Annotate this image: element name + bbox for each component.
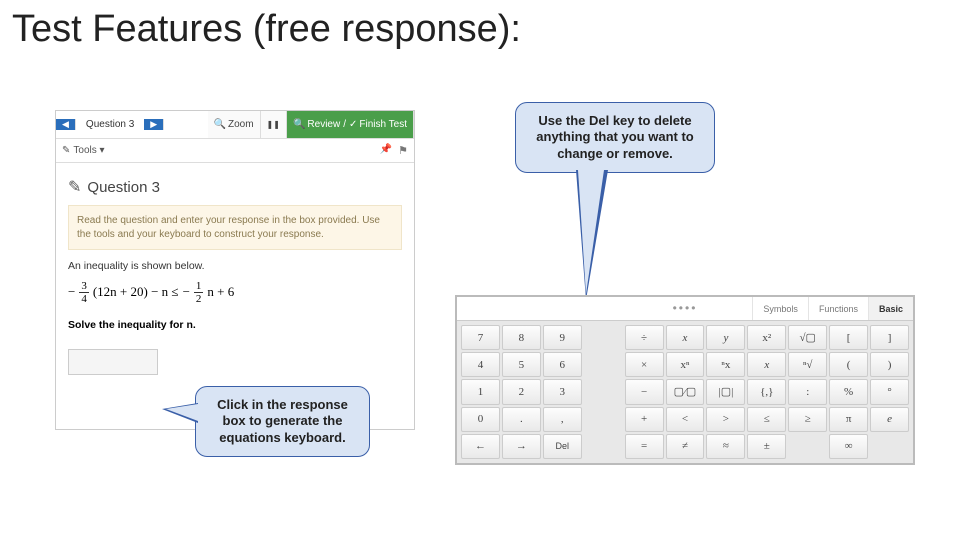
key-1-10[interactable]: ) <box>870 352 909 377</box>
key-1-8[interactable]: ⁿ√ <box>788 352 827 377</box>
keyboard-grid: 789÷xyx²√▢[]456×xⁿⁿxxⁿ√()123−▢⁄▢|▢|{,}:%… <box>457 321 913 463</box>
key-2-1[interactable]: 2 <box>502 379 541 404</box>
key-2-4[interactable]: − <box>625 379 664 404</box>
question-heading-text: Question 3 <box>87 179 160 196</box>
callout-response-tip: Click in the response box to generate th… <box>195 386 370 457</box>
key-1-5[interactable]: xⁿ <box>666 352 705 377</box>
key-0-7[interactable]: x² <box>747 325 786 350</box>
key-4-9[interactable]: ∞ <box>829 434 868 459</box>
pin-icon[interactable] <box>380 144 392 157</box>
key-1-2[interactable]: 6 <box>543 352 582 377</box>
review-label: Review <box>307 119 340 130</box>
finish-label: Finish Test <box>359 119 407 130</box>
key-0-0[interactable]: 7 <box>461 325 500 350</box>
key-3-5[interactable]: < <box>666 407 705 432</box>
slide-title: Test Features (free response): <box>0 0 960 55</box>
key-4-4[interactable]: = <box>625 434 664 459</box>
question-body: Question 3 Read the question and enter y… <box>56 163 414 385</box>
key-4-5[interactable]: ≠ <box>666 434 705 459</box>
pause-icon <box>267 119 280 130</box>
tab-basic[interactable]: Basic <box>868 297 913 320</box>
question-heading: Question 3 <box>68 173 402 205</box>
arrow-left-icon <box>62 119 69 130</box>
key-1-7[interactable]: x <box>747 352 786 377</box>
pencil-icon <box>68 177 81 197</box>
key-2-5[interactable]: ▢⁄▢ <box>666 379 705 404</box>
zoom-button[interactable]: Zoom <box>208 111 261 138</box>
math-lead: − <box>68 282 75 303</box>
response-input[interactable] <box>68 349 158 375</box>
callout-delete-tip: Use the Del key to delete anything that … <box>515 102 715 173</box>
key-2-7[interactable]: {,} <box>747 379 786 404</box>
key-4-1[interactable]: → <box>502 434 541 459</box>
search-icon <box>293 119 307 130</box>
zoom-icon <box>214 119 228 130</box>
key-0-5[interactable]: x <box>666 325 705 350</box>
key-4-6[interactable]: ≈ <box>706 434 745 459</box>
key-2-0[interactable]: 1 <box>461 379 500 404</box>
key-2-10[interactable]: ° <box>870 379 909 404</box>
key-3-0[interactable]: 0 <box>461 407 500 432</box>
math-mid: (12n + 20) − n ≤ <box>93 282 179 303</box>
key-0-6[interactable]: y <box>706 325 745 350</box>
solve-text: Solve the inequality for n. <box>68 319 402 331</box>
key-3-7[interactable]: ≤ <box>747 407 786 432</box>
key-1-0[interactable]: 4 <box>461 352 500 377</box>
key-0-4[interactable]: ÷ <box>625 325 664 350</box>
tools-label: Tools <box>73 145 96 156</box>
question-toolbar: Question 3 Zoom Review / Finish Test <box>56 111 414 139</box>
pencil-icon <box>62 145 73 156</box>
tools-row: Tools ▾ <box>56 139 414 163</box>
next-question-button[interactable] <box>144 119 164 130</box>
key-1-6[interactable]: ⁿx <box>706 352 745 377</box>
fraction-1: 34 <box>79 280 89 305</box>
key-2-2[interactable]: 3 <box>543 379 582 404</box>
key-1-4[interactable]: × <box>625 352 664 377</box>
key-3-1[interactable]: . <box>502 407 541 432</box>
key-3-6[interactable]: > <box>706 407 745 432</box>
toolbar-question-label: Question 3 <box>76 119 144 130</box>
key-3-8[interactable]: ≥ <box>788 407 827 432</box>
tools-dropdown[interactable]: Tools ▾ <box>62 145 105 156</box>
equation-keyboard: •••• Symbols Functions Basic 789÷xyx²√▢[… <box>455 295 915 465</box>
key-0-8[interactable]: √▢ <box>788 325 827 350</box>
key-1-9[interactable]: ( <box>829 352 868 377</box>
fraction-2: 12 <box>194 280 204 305</box>
prompt-text: An inequality is shown below. <box>68 260 402 272</box>
key-3-4[interactable]: + <box>625 407 664 432</box>
key-0-10[interactable]: ] <box>870 325 909 350</box>
key-3-2[interactable]: , <box>543 407 582 432</box>
key-2-9[interactable]: % <box>829 379 868 404</box>
drag-handle-icon[interactable]: •••• <box>673 301 698 315</box>
key-del[interactable]: Del <box>543 434 582 459</box>
zoom-label: Zoom <box>228 119 254 130</box>
arrow-right-icon <box>150 119 157 130</box>
inequality-expression: − 34 (12n + 20) − n ≤ − 12 n + 6 <box>68 272 402 315</box>
key-0-9[interactable]: [ <box>829 325 868 350</box>
key-2-8[interactable]: : <box>788 379 827 404</box>
key-3-10[interactable]: e <box>870 407 909 432</box>
flag-icon[interactable] <box>398 144 408 157</box>
check-icon <box>349 119 359 130</box>
key-0-2[interactable]: 9 <box>543 325 582 350</box>
math-neg2: − <box>183 282 190 303</box>
prev-question-button[interactable] <box>56 119 76 130</box>
key-0-1[interactable]: 8 <box>502 325 541 350</box>
question-panel: Question 3 Zoom Review / Finish Test Too… <box>55 110 415 430</box>
tab-functions[interactable]: Functions <box>808 297 868 320</box>
key-2-6[interactable]: |▢| <box>706 379 745 404</box>
key-4-0[interactable]: ← <box>461 434 500 459</box>
key-4-7[interactable]: ± <box>747 434 786 459</box>
tab-symbols[interactable]: Symbols <box>752 297 808 320</box>
math-tail: n + 6 <box>207 282 234 303</box>
key-1-1[interactable]: 5 <box>502 352 541 377</box>
review-finish-button[interactable]: Review / Finish Test <box>287 111 414 138</box>
pause-button[interactable] <box>261 111 287 138</box>
instruction-box: Read the question and enter your respons… <box>68 205 402 250</box>
key-3-9[interactable]: π <box>829 407 868 432</box>
